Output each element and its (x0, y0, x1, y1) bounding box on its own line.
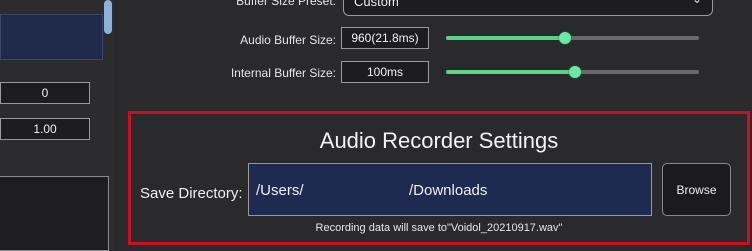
internal-buffer-label: Internal Buffer Size: (230, 66, 336, 80)
buffer-preset-select[interactable]: Custom ⌄ (343, 0, 713, 16)
audio-buffer-slider[interactable] (446, 32, 699, 44)
audio-buffer-label: Audio Buffer Size: (240, 33, 336, 47)
recorder-section-title: Audio Recorder Settings (319, 128, 559, 153)
save-directory-path-start: /Users/ (256, 182, 304, 199)
left-value-field-2[interactable]: 1.00 (0, 118, 90, 140)
buffer-preset-value: Custom (354, 0, 399, 9)
internal-buffer-slider[interactable] (446, 66, 699, 78)
internal-buffer-slider-fill (446, 70, 576, 74)
browse-button[interactable]: Browse (662, 163, 731, 216)
save-directory-field[interactable]: /Users/ /Downloads (248, 163, 652, 216)
audio-buffer-slider-fill (446, 36, 565, 40)
left-scrollbar[interactable] (104, 0, 112, 34)
audio-buffer-value[interactable]: 960(21.8ms) (341, 27, 429, 49)
recording-destination-note: Recording data will save to"Voidol_20210… (315, 222, 563, 234)
audio-buffer-slider-thumb[interactable] (558, 32, 571, 44)
chevron-down-icon: ⌄ (692, 0, 702, 6)
left-list-box[interactable] (0, 14, 103, 60)
internal-buffer-slider-thumb[interactable] (569, 66, 582, 78)
save-directory-label: Save Directory: (140, 185, 243, 202)
save-directory-path-end: /Downloads (409, 182, 488, 199)
buffer-preset-label: Buffer Size Preset: (236, 0, 336, 8)
left-panel-box (0, 176, 109, 251)
internal-buffer-value[interactable]: 100ms (341, 61, 429, 83)
left-value-field-1[interactable]: 0 (0, 82, 90, 104)
